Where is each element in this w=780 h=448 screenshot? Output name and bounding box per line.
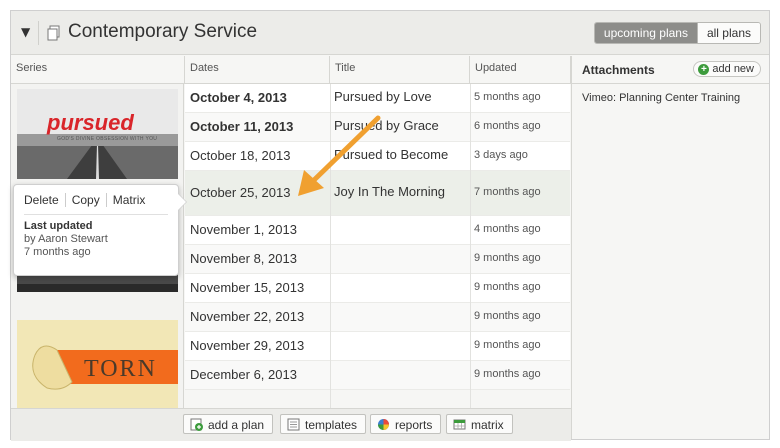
plan-date[interactable]: October 11, 2013 <box>190 119 293 134</box>
series-actions-popup: Delete Copy Matrix Last updated by Aaron… <box>13 184 179 276</box>
add-plan-label: add a plan <box>208 417 265 432</box>
matrix-button[interactable]: matrix <box>446 414 513 434</box>
last-updated-label: Last updated <box>24 220 93 232</box>
attachments-panel: Attachments + add new Vimeo: Planning Ce… <box>571 56 769 439</box>
dates-column-header[interactable]: Dates <box>185 56 330 84</box>
plan-updated: 9 months ago <box>474 339 541 351</box>
reports-label: reports <box>395 417 433 432</box>
table-row[interactable]: November 15, 2013 9 months ago <box>185 274 570 303</box>
all-plans-button[interactable]: all plans <box>696 23 760 43</box>
matrix-link[interactable]: Matrix <box>105 193 152 207</box>
table-row[interactable]: October 4, 2013 Pursued by Love 5 months a… <box>185 84 570 113</box>
copy-link[interactable]: Copy <box>64 193 106 207</box>
plan-updated: 7 months ago <box>474 186 541 198</box>
plans-toggle: upcoming plans all plans <box>593 22 761 44</box>
matrix-label: matrix <box>471 417 504 432</box>
service-header: ▼ Contemporary Service upcoming plans al… <box>11 11 769 55</box>
last-updated-when: 7 months ago <box>24 246 91 258</box>
reports-button[interactable]: reports <box>370 414 442 434</box>
plan-date[interactable]: December 6, 2013 <box>190 367 297 382</box>
plan-date[interactable]: October 18, 2013 <box>190 148 290 163</box>
plan-updated: 9 months ago <box>474 281 541 293</box>
plan-date[interactable]: October 4, 2013 <box>190 90 287 105</box>
plan-updated: 6 months ago <box>474 120 541 132</box>
plan-updated: 9 months ago <box>474 368 541 380</box>
templates-label: templates <box>305 417 358 432</box>
document-icon <box>47 25 60 41</box>
popup-actions: Delete Copy Matrix <box>14 185 178 207</box>
add-new-attachment-button[interactable]: + add new <box>693 61 761 77</box>
add-plan-button[interactable]: add a plan <box>183 414 274 434</box>
add-new-label: add new <box>712 63 754 75</box>
table-row[interactable]: November 8, 2013 9 months ago <box>185 245 570 274</box>
table-row[interactable]: December 6, 2013 9 months ago <box>185 361 570 390</box>
series-column-header: Series <box>11 56 185 84</box>
footer-toolbar: add a plan templates reports matrix <box>11 408 571 441</box>
templates-button[interactable]: templates <box>280 414 367 434</box>
table-row[interactable]: November 1, 2013 4 months ago <box>185 216 570 245</box>
annotation-arrow-icon <box>298 115 381 196</box>
upcoming-plans-button[interactable]: upcoming plans <box>594 23 697 43</box>
plan-date[interactable]: October 25, 2013 <box>190 185 290 200</box>
plan-date[interactable]: November 8, 2013 <box>190 251 297 266</box>
plan-updated: 9 months ago <box>474 310 541 322</box>
service-title: Contemporary Service <box>68 21 258 42</box>
plan-date[interactable]: November 15, 2013 <box>190 280 304 295</box>
delete-link[interactable]: Delete <box>24 193 65 207</box>
matrix-icon <box>453 419 466 430</box>
plan-title[interactable]: Pursued by Love <box>334 89 432 104</box>
popup-pointer <box>178 194 186 210</box>
header-divider <box>38 21 39 45</box>
column-divider <box>470 84 471 408</box>
pursued-series-subtitle: GOD'S DIVINE OBSESSION WITH YOU <box>57 136 158 142</box>
plus-icon: + <box>698 63 710 75</box>
plan-date[interactable]: November 29, 2013 <box>190 338 304 353</box>
table-row[interactable]: November 22, 2013 9 months ago <box>185 303 570 332</box>
torn-series-title: TORN <box>84 356 157 382</box>
pursued-series-title: pursued <box>47 110 134 135</box>
popup-divider <box>24 214 168 215</box>
plan-updated: 4 months ago <box>474 223 541 235</box>
plan-date[interactable]: November 1, 2013 <box>190 222 297 237</box>
attachments-title: Attachments <box>582 63 655 77</box>
pie-chart-icon <box>378 419 389 430</box>
attachments-header: Attachments + add new <box>572 56 769 84</box>
add-plan-icon <box>190 418 203 431</box>
last-updated-by: by Aaron Stewart <box>24 233 108 245</box>
plan-updated: 5 months ago <box>474 91 541 103</box>
updated-column-header[interactable]: Updated <box>470 56 571 84</box>
plan-updated: 3 days ago <box>474 149 528 161</box>
attachment-item[interactable]: Vimeo: Planning Center Training <box>572 84 769 112</box>
collapse-triangle-icon[interactable]: ▼ <box>21 25 30 39</box>
templates-icon <box>287 418 300 431</box>
table-row[interactable]: November 29, 2013 9 months ago <box>185 332 570 361</box>
plan-date[interactable]: November 22, 2013 <box>190 309 304 324</box>
title-column-header[interactable]: Title <box>330 56 470 84</box>
plan-updated: 9 months ago <box>474 252 541 264</box>
